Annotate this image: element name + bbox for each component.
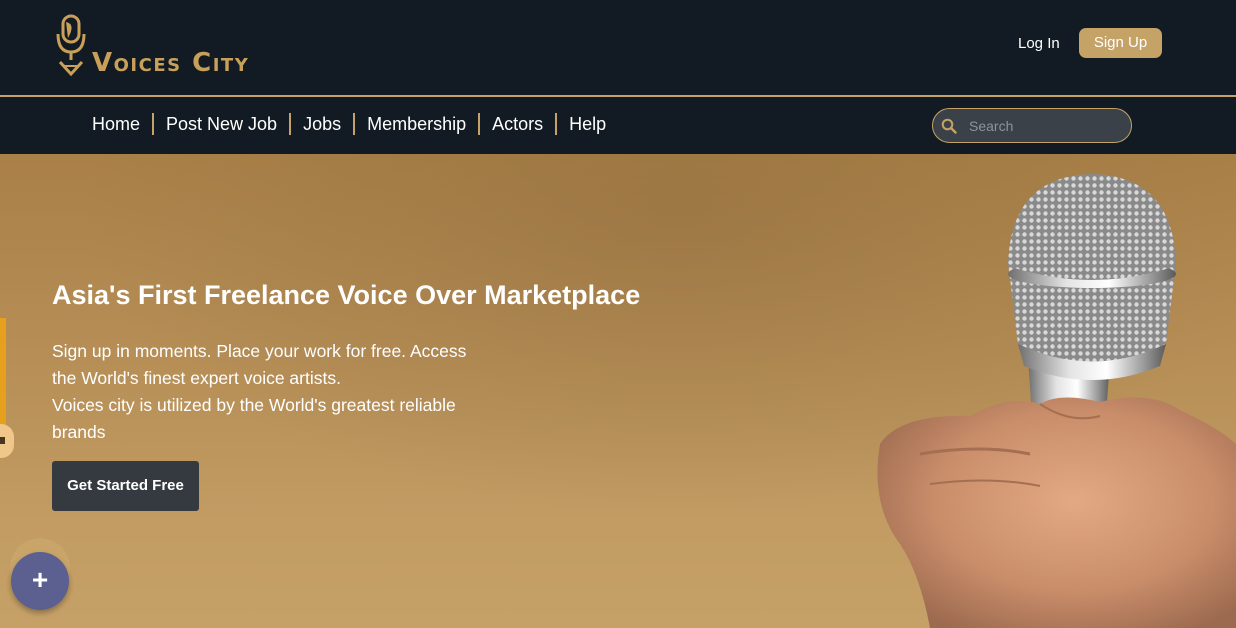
search-input[interactable]: [969, 115, 1119, 137]
search-icon: [941, 118, 957, 134]
hero-banner: Asia's First Freelance Voice Over Market…: [0, 154, 1236, 628]
site-logo[interactable]: Voices City: [54, 14, 274, 80]
plus-icon[interactable]: +: [11, 552, 69, 610]
side-handle-icon: [0, 437, 5, 444]
hero-title: Asia's First Freelance Voice Over Market…: [52, 280, 641, 310]
microphone-in-hand-image: [877, 174, 1236, 628]
login-link[interactable]: Log In: [1018, 35, 1060, 52]
nav-item-home[interactable]: Home: [80, 113, 155, 135]
top-header: Voices City Log In Sign Up: [0, 0, 1236, 95]
main-nav: Home Post New Job Jobs Membership Actors…: [0, 97, 1236, 154]
nav-item-jobs[interactable]: Jobs: [291, 113, 356, 135]
get-started-button[interactable]: Get Started Free: [52, 461, 199, 511]
microphone-logo-icon: [56, 14, 86, 77]
side-feedback-tab[interactable]: [0, 318, 6, 428]
hero-description: Sign up in moments. Place your work for …: [52, 338, 492, 446]
nav-item-help[interactable]: Help: [557, 113, 618, 135]
nav-item-actors[interactable]: Actors: [480, 113, 558, 135]
nav-item-post-new-job[interactable]: Post New Job: [154, 113, 292, 135]
signup-button[interactable]: Sign Up: [1079, 28, 1162, 58]
nav-menu: Home Post New Job Jobs Membership Actors…: [80, 113, 618, 135]
hero-description-line: Voices city is utilized by the World's g…: [52, 395, 456, 442]
hero-description-line: Sign up in moments. Place your work for …: [52, 341, 467, 388]
nav-item-membership[interactable]: Membership: [355, 113, 481, 135]
search-box: [932, 108, 1132, 143]
brand-name: Voices City: [92, 48, 250, 78]
